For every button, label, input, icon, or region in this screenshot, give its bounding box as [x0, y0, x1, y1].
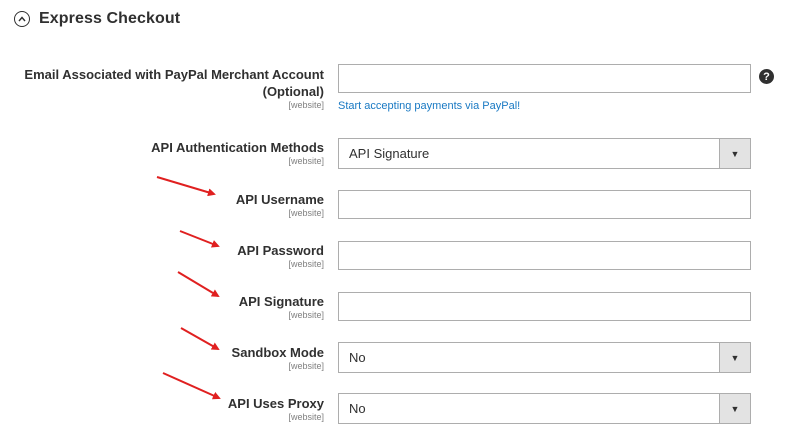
annotation-arrows: [156, 176, 221, 400]
red-arrow-icon: [179, 230, 220, 248]
red-arrow-icon: [162, 372, 221, 400]
red-arrow-icon: [156, 176, 216, 197]
red-arrow-icon: [180, 327, 220, 350]
red-arrow-icon: [177, 271, 220, 298]
